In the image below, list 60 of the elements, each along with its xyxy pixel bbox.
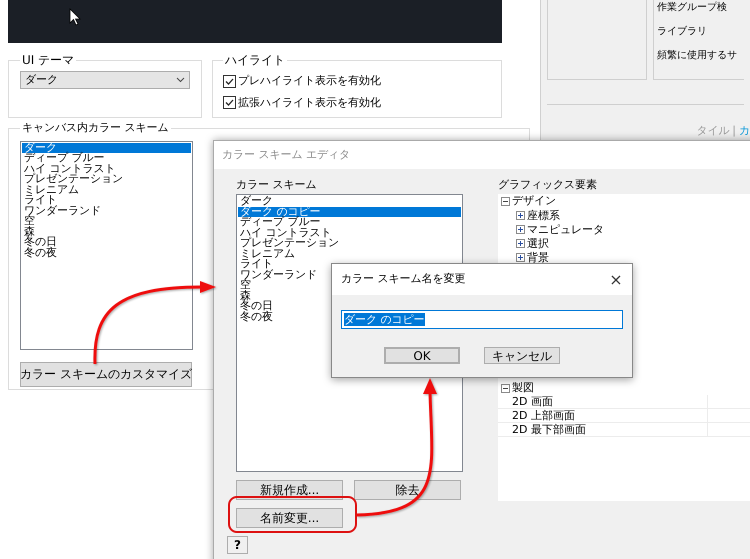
scheme-list-item[interactable]: ワンダーランド [22, 206, 191, 216]
tree-item[interactable]: 背景 [527, 250, 549, 264]
expand-icon[interactable] [516, 252, 525, 262]
scheme-list-item[interactable]: ハイ コントラスト [22, 164, 191, 174]
group-label: UI テーマ [21, 52, 76, 69]
tree-item[interactable]: 選択 [527, 236, 549, 250]
tree-item[interactable]: マニピュレータ [527, 222, 604, 236]
selected-text: ダーク のコピー [344, 313, 424, 326]
checkbox[interactable] [223, 74, 236, 88]
expand-icon[interactable] [516, 238, 525, 248]
scheme-list-item[interactable]: プレゼンテーション [22, 174, 191, 184]
dialog-button[interactable]: キャンセル [484, 347, 560, 364]
side-item[interactable]: ライブラリ [657, 25, 707, 39]
checkbox-label: プレハイライト表示を有効化 [238, 73, 381, 89]
scheme-list-item[interactable]: 冬の日 [22, 237, 191, 248]
dialog-title: カラー スキーム名を変更 [341, 271, 466, 288]
scheme-list-item[interactable]: ミレニアム [22, 184, 191, 195]
section-label: カラー スキーム [236, 178, 318, 192]
expand-icon[interactable] [516, 210, 525, 220]
scheme-list-item[interactable]: ハイ コントラスト [238, 228, 461, 238]
chevron-down-icon [176, 77, 185, 83]
tree-item[interactable]: 2D 画面 [498, 395, 708, 408]
scheme-list-item[interactable]: プレゼンテーション [238, 238, 461, 248]
link-separator: | [732, 123, 736, 139]
window-title: カラー スキーム エディタ [222, 146, 350, 163]
tree-item[interactable]: 2D 最下部画面 [498, 423, 708, 436]
dialog-button[interactable]: OK [384, 347, 460, 364]
tree-item[interactable]: 製図 [512, 380, 534, 396]
scheme-list-item[interactable]: ダーク [238, 196, 461, 206]
scheme-list-item[interactable]: ミレニアム [238, 248, 461, 259]
section-label: グラフィックス要素 [498, 178, 598, 192]
group-label: キャンバス内カラー スキーム [21, 120, 170, 136]
scheme-list-item[interactable]: ディープ ブルー [238, 217, 461, 228]
scheme-list-item[interactable]: ライト [22, 195, 191, 206]
help-button[interactable]: ? [227, 536, 248, 554]
side-item[interactable]: 作業グループ検 [657, 1, 727, 15]
tree-item[interactable]: 座標系 [527, 208, 560, 222]
theme-dropdown[interactable]: ダーク [20, 71, 190, 89]
checkbox-label: 拡張ハイライト表示を有効化 [238, 94, 381, 110]
scheme-list-item[interactable]: ダーク [22, 142, 191, 153]
close-button[interactable]: × [606, 270, 626, 290]
name-input[interactable]: ダーク のコピー [341, 310, 623, 329]
new-button[interactable]: 新規作成... [236, 480, 343, 500]
cursor-icon [69, 8, 81, 26]
collapse-icon[interactable] [501, 196, 510, 206]
customize-button[interactable]: カラー スキームのカスタマイズ [20, 362, 192, 386]
expand-icon[interactable] [516, 224, 525, 234]
tree-item[interactable]: 2D 上部画面 [498, 409, 708, 422]
side-item[interactable]: 頻繁に使用するサ [657, 49, 737, 63]
scheme-list-item[interactable]: 空 [22, 216, 191, 226]
group-label: ハイライト [224, 52, 286, 69]
scheme-list-item[interactable]: ダーク のコピー [238, 206, 461, 217]
scheme-list-item[interactable]: ディープ ブルー [22, 153, 191, 164]
tree-item[interactable]: デザイン [512, 192, 556, 210]
collapse-icon[interactable] [501, 384, 510, 392]
scheme-list-item[interactable]: 森 [22, 226, 191, 237]
rename-button[interactable]: 名前変更... [236, 508, 343, 528]
checkbox[interactable] [223, 96, 236, 110]
remove-button[interactable]: 除去 [354, 480, 461, 500]
scheme-list-item[interactable]: 冬の夜 [22, 248, 191, 258]
